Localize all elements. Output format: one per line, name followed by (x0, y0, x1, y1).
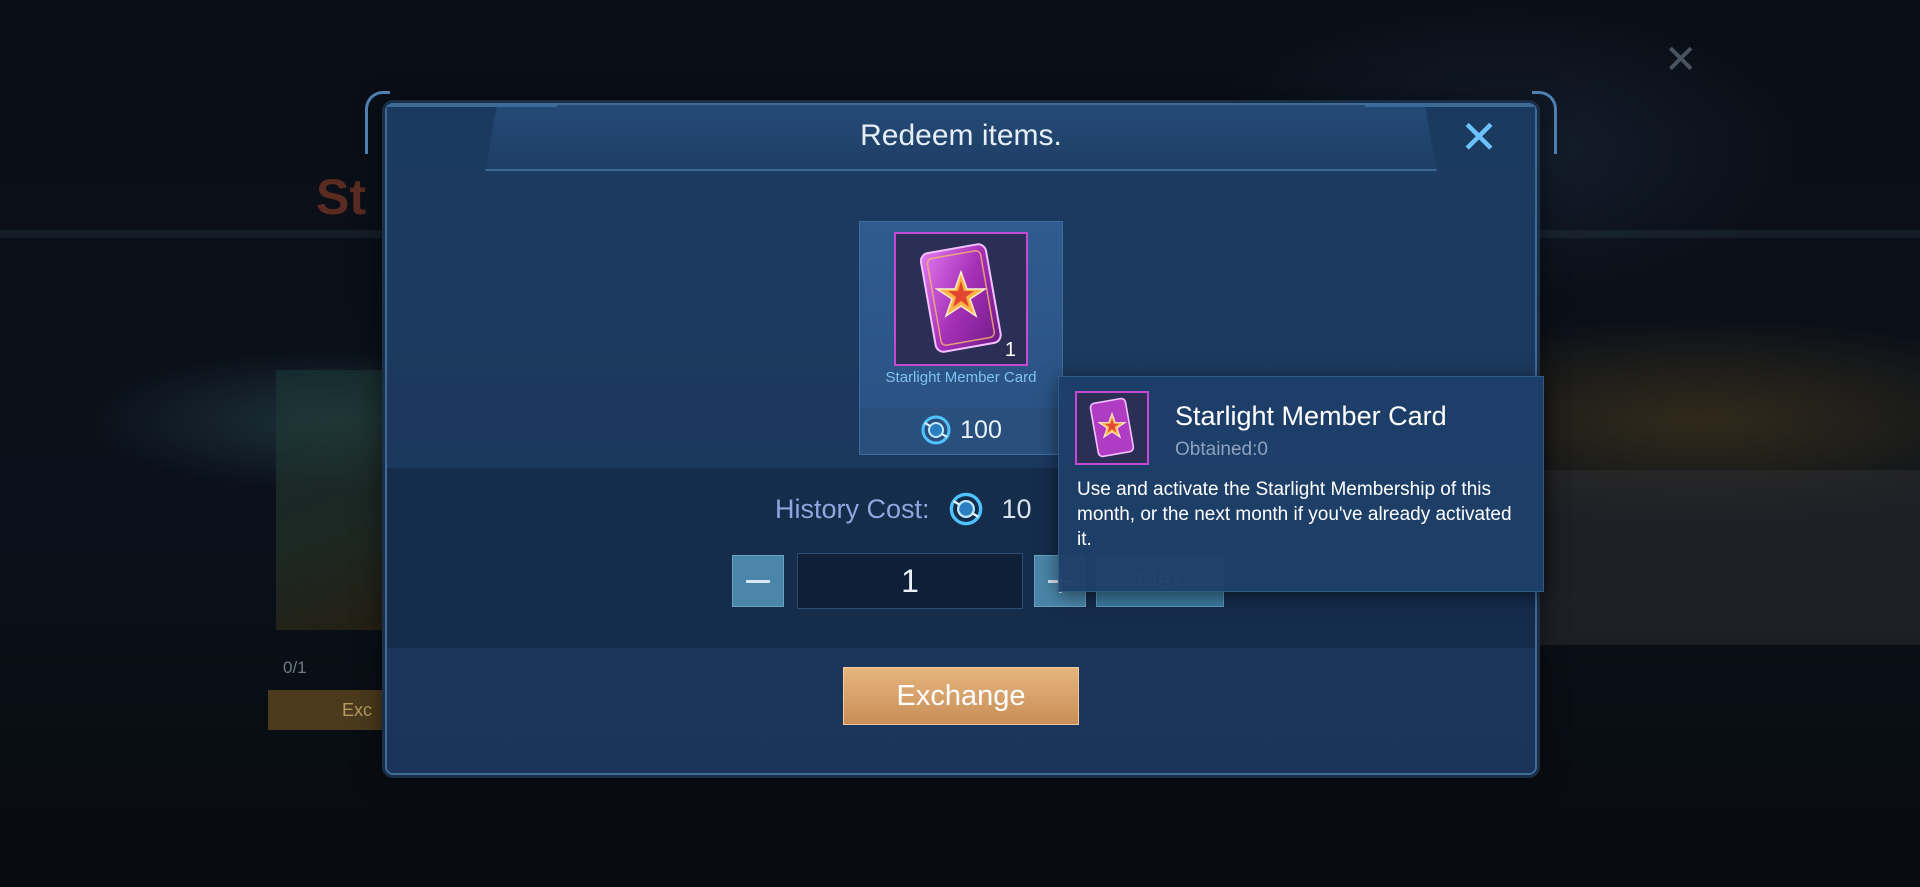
item-quantity: 1 (1004, 339, 1016, 361)
frame-ornament-right (1532, 91, 1557, 154)
dialog-header: Redeem items. ✕ (387, 105, 1535, 171)
token-coin-icon (921, 415, 951, 445)
background-panel (1530, 470, 1920, 645)
background-hero-card (276, 370, 386, 630)
background-title: St (316, 169, 366, 225)
item-price: 100 (960, 415, 1002, 444)
item-tooltip: Starlight Member Card Obtained:0 Use and… (1058, 376, 1544, 592)
tooltip-description: Use and activate the Starlight Membershi… (1077, 479, 1512, 550)
tooltip-item-thumbnail (1075, 391, 1149, 465)
background-exchange-button: Exc (268, 690, 388, 730)
item-slot[interactable]: 1 Starlight Member Card 100 (859, 221, 1063, 455)
quantity-input[interactable]: 1 (797, 553, 1023, 609)
history-cost-label: History Cost: (775, 493, 930, 524)
decrease-quantity-button[interactable] (732, 555, 784, 607)
token-coin-icon (949, 492, 982, 526)
dialog-title: Redeem items. (860, 119, 1062, 152)
screen: St 0/1 Exc ✕ Redeem items. ✕ 1 Starlight… (0, 0, 1920, 887)
tooltip-title: Starlight Member Card (1175, 401, 1447, 431)
exchange-button[interactable]: Exchange (843, 667, 1079, 725)
item-frame: 1 (894, 232, 1028, 366)
item-name: Starlight Member Card (885, 369, 1037, 386)
background-progress: 0/1 (283, 658, 307, 677)
history-cost-value: 10 (1001, 493, 1032, 524)
item-price-row: 100 (860, 408, 1062, 452)
background-close-icon: ✕ (1664, 38, 1698, 82)
history-cost-row: History Cost: 10 (775, 491, 1032, 527)
starlight-card-icon (1089, 397, 1135, 458)
tooltip-obtained-count: Obtained:0 (1175, 439, 1268, 460)
close-icon[interactable]: ✕ (1459, 114, 1499, 160)
